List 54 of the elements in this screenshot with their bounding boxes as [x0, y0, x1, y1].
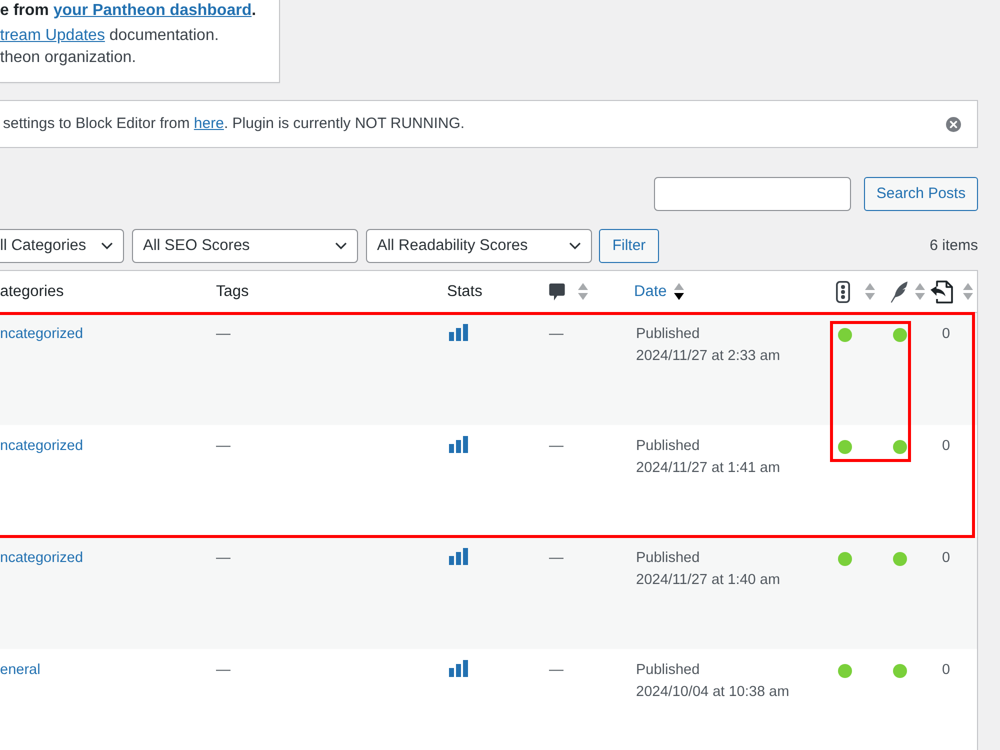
- close-icon[interactable]: [946, 116, 961, 132]
- link-count: 0: [942, 550, 950, 566]
- column-header: Tags: [216, 282, 249, 302]
- notice-text: tream Updates documentation.: [0, 27, 219, 44]
- link-count: 0: [942, 438, 950, 454]
- search-field[interactable]: [654, 177, 851, 211]
- notice-text: theon organization.: [0, 49, 136, 66]
- chevron-down-icon: [101, 242, 113, 250]
- notice-link[interactable]: your Pantheon dashboard: [53, 2, 252, 19]
- chevron-down-icon: [335, 242, 347, 250]
- notice-text: settings to Block Editor from here. Plugin is currently NOT RUNNING.: [3, 114, 465, 134]
- traffic-light-icon: [836, 280, 850, 302]
- filter-button[interactable]: Filter: [599, 229, 659, 263]
- post-date: 2024/11/27 at 1:41 am: [636, 459, 780, 478]
- column-header-link[interactable]: Date: [634, 280, 667, 304]
- category-link[interactable]: eneral: [0, 662, 40, 678]
- tags-cell: —: [216, 550, 230, 566]
- filter-dropdown[interactable]: All SEO Scores: [132, 229, 358, 263]
- column-header: ategories: [0, 282, 64, 302]
- item-count: 6 items: [930, 236, 978, 256]
- speech-bubble-icon: [549, 282, 565, 300]
- comments-cell: —: [549, 438, 564, 454]
- category-link[interactable]: ncategorized: [0, 326, 84, 342]
- post-date: 2024/10/04 at 10:38 am: [636, 683, 790, 702]
- document-arrow-icon: [930, 280, 954, 304]
- category-link[interactable]: ncategorized: [0, 438, 84, 454]
- notice-link[interactable]: here: [194, 114, 224, 132]
- post-status: Published: [636, 549, 700, 568]
- chevron-down-icon: [569, 242, 581, 250]
- link-count: 0: [942, 662, 950, 678]
- notice-text: e from your Pantheon dashboard.: [0, 2, 256, 19]
- tags-cell: —: [216, 662, 230, 678]
- notice-link[interactable]: tream Updates: [0, 27, 105, 44]
- tags-cell: —: [216, 326, 230, 342]
- feather-icon: [890, 280, 908, 302]
- filter-dropdown[interactable]: All Readability Scores: [366, 229, 592, 263]
- post-status: Published: [636, 437, 700, 456]
- link-count: 0: [942, 326, 950, 342]
- column-header: Stats: [447, 282, 482, 302]
- bar-chart-icon[interactable]: [449, 436, 468, 453]
- bar-chart-icon[interactable]: [449, 548, 468, 565]
- comments-cell: —: [549, 662, 564, 678]
- comments-cell: —: [549, 326, 564, 342]
- bar-chart-icon[interactable]: [449, 324, 468, 341]
- search-posts-button[interactable]: Search Posts: [864, 177, 978, 211]
- tags-cell: —: [216, 438, 230, 454]
- post-date: 2024/11/27 at 1:40 am: [636, 571, 780, 590]
- post-status: Published: [636, 325, 700, 344]
- category-link[interactable]: ncategorized: [0, 550, 84, 566]
- post-date: 2024/11/27 at 2:33 am: [636, 347, 780, 366]
- post-status: Published: [636, 661, 700, 680]
- comments-cell: —: [549, 550, 564, 566]
- filter-dropdown[interactable]: ll Categories: [0, 229, 124, 263]
- bar-chart-icon[interactable]: [449, 660, 468, 677]
